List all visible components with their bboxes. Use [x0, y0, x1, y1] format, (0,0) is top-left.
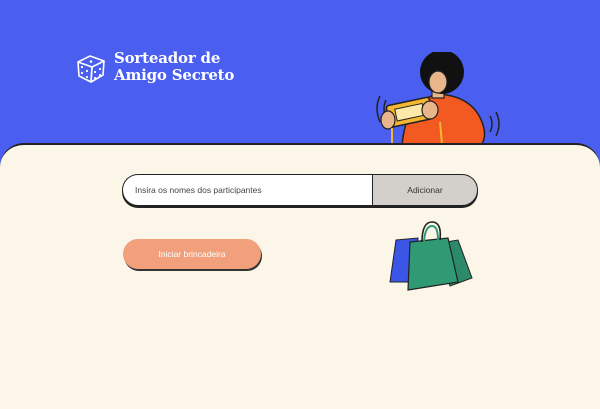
- header: Sorteador de Amigo Secreto: [0, 0, 600, 160]
- title-line-1: Sorteador de: [114, 49, 221, 67]
- shopping-bags-illustration: [389, 221, 473, 291]
- app-title: Sorteador de Amigo Secreto: [114, 50, 234, 84]
- participant-name-input[interactable]: [122, 174, 372, 206]
- person-illustration: [376, 52, 500, 148]
- logo: Sorteador de Amigo Secreto: [74, 50, 234, 84]
- title-line-2: Amigo Secreto: [114, 66, 235, 84]
- start-game-button[interactable]: Iniciar brincadeira: [123, 239, 261, 269]
- add-button[interactable]: Adicionar: [372, 174, 478, 206]
- dice-icon: [77, 55, 105, 83]
- participant-form: Adicionar: [122, 174, 478, 206]
